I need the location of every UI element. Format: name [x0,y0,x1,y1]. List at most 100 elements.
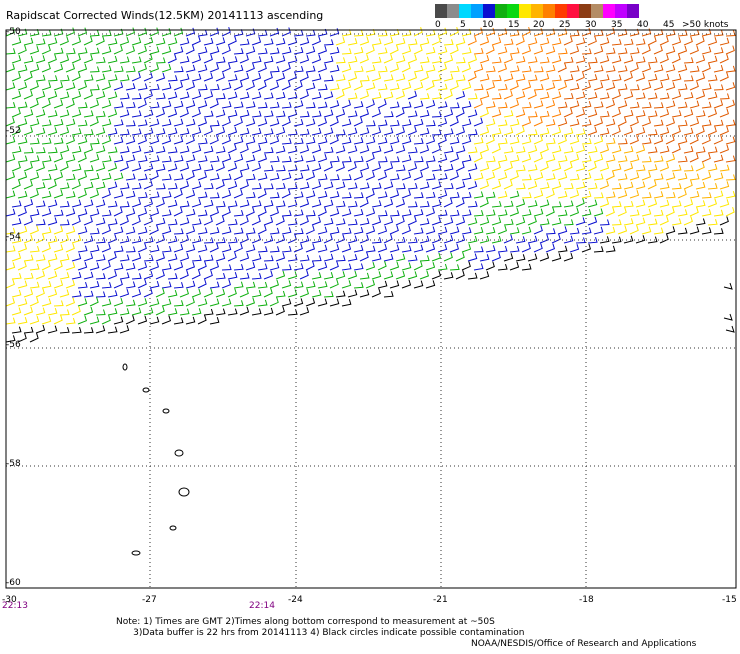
wind-barb [203,288,213,298]
wind-barb [479,73,490,82]
wind-barb [281,117,291,127]
wind-barb [269,207,280,217]
wind-barb [167,37,178,46]
wind-barb [23,109,34,118]
wind-barb [89,47,100,55]
wind-barb [77,315,88,325]
wind-barb [11,200,22,208]
wind-barb [89,84,100,91]
wind-barb [83,181,94,190]
wind-barb [521,136,532,145]
wind-barb [623,38,634,46]
wind-barb [401,262,412,271]
wind-barb [389,101,400,109]
wind-barb [515,254,526,262]
wind-barb [263,235,274,244]
wind-barb [239,234,249,244]
wind-barb [149,316,160,325]
wind-barb [581,138,592,145]
wind-barb [65,82,76,91]
wind-barb [41,243,51,253]
wind-barb [353,47,364,55]
wind-barb [461,209,472,217]
wind-barb [701,46,712,55]
wind-barb [203,54,213,64]
wind-barb [365,120,376,127]
wind-barb [83,216,93,226]
wind-barb [593,173,604,181]
wind-barb [353,101,364,109]
wind-barb [377,156,388,163]
wind-barb [497,63,508,73]
wind-barb [233,209,244,217]
wind-barb [269,156,280,163]
wind-barb [245,101,256,109]
wind-barb [125,101,136,109]
wind-barb [515,164,526,172]
island-outline [174,449,184,457]
wind-barb [89,262,100,271]
wind-barb [293,191,304,199]
wind-barb [5,117,15,127]
wind-barb [161,119,172,127]
legend-label: 15 [508,20,520,30]
wind-barb [23,254,34,262]
wind-barb [407,38,418,46]
wind-barb [23,147,34,154]
wind-barb [167,308,178,316]
wind-barb [389,210,400,217]
wind-barb [437,117,448,127]
wind-barb [59,36,69,46]
island-outline [178,487,190,497]
wind-barb [197,84,208,91]
wind-barb [239,144,249,154]
wind-barb [461,243,472,253]
wind-barb [401,136,412,145]
wind-barb [683,127,694,136]
wind-barb [431,92,442,100]
wind-barb [287,72,297,82]
lon-label-27: -27 [142,595,157,605]
wind-barb [569,227,580,235]
wind-barb [671,73,682,82]
wind-barb [545,119,556,127]
wind-barb [53,171,64,181]
lat-label-58: -58 [6,459,21,469]
wind-barb [449,264,460,271]
wind-barb [329,117,339,127]
wind-barb [131,72,141,82]
legend-swatch [519,4,531,18]
wind-barb [29,316,40,325]
wind-barb [407,216,417,226]
wind-barb [377,210,388,217]
wind-barb [149,83,160,91]
wind-barb [647,198,658,208]
wind-barb [269,279,280,289]
wind-barb [647,56,658,64]
wind-barb [479,217,490,226]
legend-labels: 0 5 10 15 20 25 30 35 40 45 >50 knots [430,20,740,32]
wind-barb [293,65,304,73]
wind-barb [695,218,706,226]
wind-barb [707,146,718,154]
wind-barb [17,118,28,127]
wind-barb [119,74,130,82]
wind-barb [359,90,370,100]
wind-barb [23,216,33,226]
wind-barb [77,81,88,91]
wind-barb [725,190,736,199]
wind-barb [245,118,256,127]
wind-barb [515,91,526,100]
wind-barb [629,47,640,55]
wind-barb [113,279,123,289]
wind-barb [365,279,376,289]
wind-barb [659,36,669,46]
wind-barb [347,72,358,82]
wind-barb [503,162,513,172]
wind-barb [275,127,286,136]
wind-barb [437,83,448,91]
wind-barb [281,172,292,181]
wind-barb [167,273,178,280]
wind-barb [59,309,70,316]
wind-barb [53,225,64,235]
